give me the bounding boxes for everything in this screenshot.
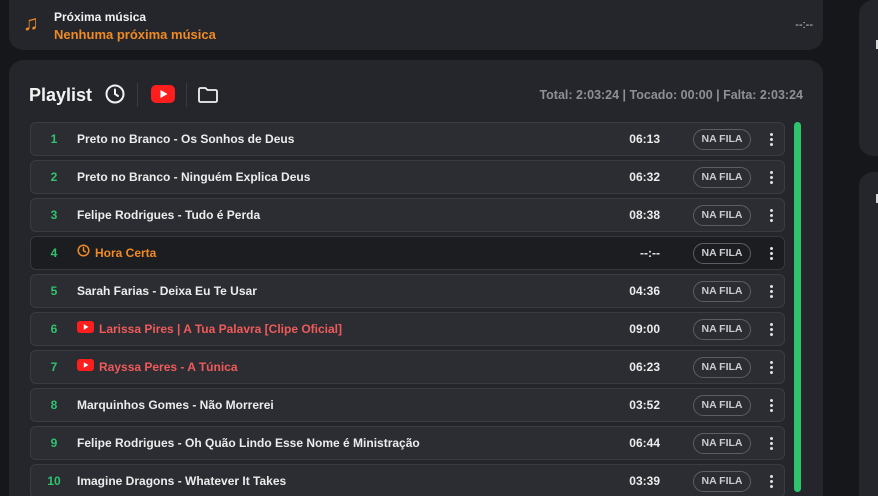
track-title: Rayssa Peres - A Túnica [99, 360, 238, 374]
track-duration: 03:52 [629, 398, 660, 412]
track-status-badge: NA FILA [693, 471, 751, 492]
more-vertical-icon[interactable] [764, 398, 778, 414]
track-row[interactable]: 1 Preto no Branco - Os Sonhos de Deus 06… [30, 122, 785, 156]
track-title: Sarah Farias - Deixa Eu Te Usar [77, 284, 257, 298]
more-vertical-icon[interactable] [764, 246, 778, 262]
playlist-totals: Total: 2:03:24 | Tocado: 00:00 | Falta: … [539, 88, 803, 102]
track-row[interactable]: 6 Larissa Pires | A Tua Palavra [Clipe O… [30, 312, 785, 346]
youtube-icon [77, 351, 94, 383]
track-duration: 06:13 [629, 132, 660, 146]
next-track-label: Próxima música [54, 10, 147, 24]
track-title-container: Hora Certa [77, 237, 156, 269]
track-row-current[interactable]: 4 Hora Certa --:-- NA FILA [30, 236, 785, 270]
playlist-scrollbar[interactable] [794, 122, 801, 492]
side-panel-bottom [859, 172, 878, 496]
track-title: Imagine Dragons - Whatever It Takes [77, 474, 287, 488]
track-title: Felipe Rodrigues - Tudo é Perda [77, 208, 261, 222]
track-duration: 06:23 [629, 360, 660, 374]
track-number: 9 [50, 436, 58, 450]
track-row[interactable]: 8 Marquinhos Gomes - Não Morrerei 03:52 … [30, 388, 785, 422]
track-number: 2 [50, 170, 58, 184]
more-vertical-icon[interactable] [764, 360, 778, 376]
track-duration: 08:38 [629, 208, 660, 222]
track-number: 1 [50, 132, 58, 146]
track-title-container: Larissa Pires | A Tua Palavra [Clipe Ofi… [77, 313, 342, 345]
track-duration: --:-- [640, 246, 660, 260]
track-row[interactable]: 2 Preto no Branco - Ninguém Explica Deus… [30, 160, 785, 194]
track-number: 10 [47, 474, 61, 488]
track-status-badge: NA FILA [693, 281, 751, 302]
track-status-badge: NA FILA [693, 357, 751, 378]
playlist-panel: Playlist Total: 2:03:24 | Tocado: 00:00 … [9, 60, 823, 496]
track-number: 6 [50, 322, 58, 336]
track-title: Hora Certa [95, 246, 157, 260]
clock-icon [77, 237, 90, 269]
more-vertical-icon[interactable] [764, 170, 778, 186]
track-duration: 06:44 [629, 436, 660, 450]
track-number: 7 [50, 360, 58, 374]
track-title: Larissa Pires | A Tua Palavra [Clipe Ofi… [99, 322, 343, 336]
music-note-icon: ♫ [23, 12, 39, 35]
track-duration: 09:00 [629, 322, 660, 336]
youtube-icon [77, 313, 94, 345]
track-duration: 04:36 [629, 284, 660, 298]
track-number: 3 [50, 208, 58, 222]
track-number: 5 [50, 284, 58, 298]
track-number: 4 [50, 246, 58, 260]
track-status-badge: NA FILA [693, 205, 751, 226]
track-title: Preto no Branco - Ninguém Explica Deus [77, 170, 311, 184]
track-status-badge: NA FILA [693, 433, 751, 454]
more-vertical-icon[interactable] [764, 208, 778, 224]
track-title-container: Rayssa Peres - A Túnica [77, 351, 238, 383]
track-title: Felipe Rodrigues - Oh Quão Lindo Esse No… [77, 436, 420, 450]
track-status-badge: NA FILA [693, 395, 751, 416]
next-track-title: Nenhuma próxima música [54, 27, 216, 42]
track-row[interactable]: 10 Imagine Dragons - Whatever It Takes 0… [30, 464, 785, 496]
more-vertical-icon[interactable] [764, 132, 778, 148]
track-row[interactable]: 9 Felipe Rodrigues - Oh Quão Lindo Esse … [30, 426, 785, 460]
toolbar-divider [186, 83, 187, 107]
next-track-panel: ♫ Próxima música Nenhuma próxima música … [9, 0, 823, 50]
next-track-time: --:-- [795, 19, 813, 31]
more-vertical-icon[interactable] [764, 436, 778, 452]
folder-icon[interactable] [197, 86, 219, 104]
track-number: 8 [50, 398, 58, 412]
more-vertical-icon[interactable] [764, 284, 778, 300]
track-status-badge: NA FILA [693, 129, 751, 150]
clock-icon[interactable] [104, 83, 126, 105]
track-status-badge: NA FILA [693, 319, 751, 340]
more-vertical-icon[interactable] [764, 322, 778, 338]
playlist-title: Playlist [29, 85, 93, 105]
youtube-icon[interactable] [151, 85, 175, 103]
toolbar-divider [137, 83, 138, 107]
track-row[interactable]: 3 Felipe Rodrigues - Tudo é Perda 08:38 … [30, 198, 785, 232]
track-title: Marquinhos Gomes - Não Morrerei [77, 398, 274, 412]
track-row[interactable]: 5 Sarah Farias - Deixa Eu Te Usar 04:36 … [30, 274, 785, 308]
track-status-badge: NA FILA [693, 243, 751, 264]
track-title: Preto no Branco - Os Sonhos de Deus [77, 132, 295, 146]
more-vertical-icon[interactable] [764, 474, 778, 490]
track-duration: 03:39 [629, 474, 660, 488]
side-panel-top [859, 0, 878, 156]
track-status-badge: NA FILA [693, 167, 751, 188]
track-duration: 06:32 [629, 170, 660, 184]
track-row[interactable]: 7 Rayssa Peres - A Túnica 06:23 NA FILA [30, 350, 785, 384]
